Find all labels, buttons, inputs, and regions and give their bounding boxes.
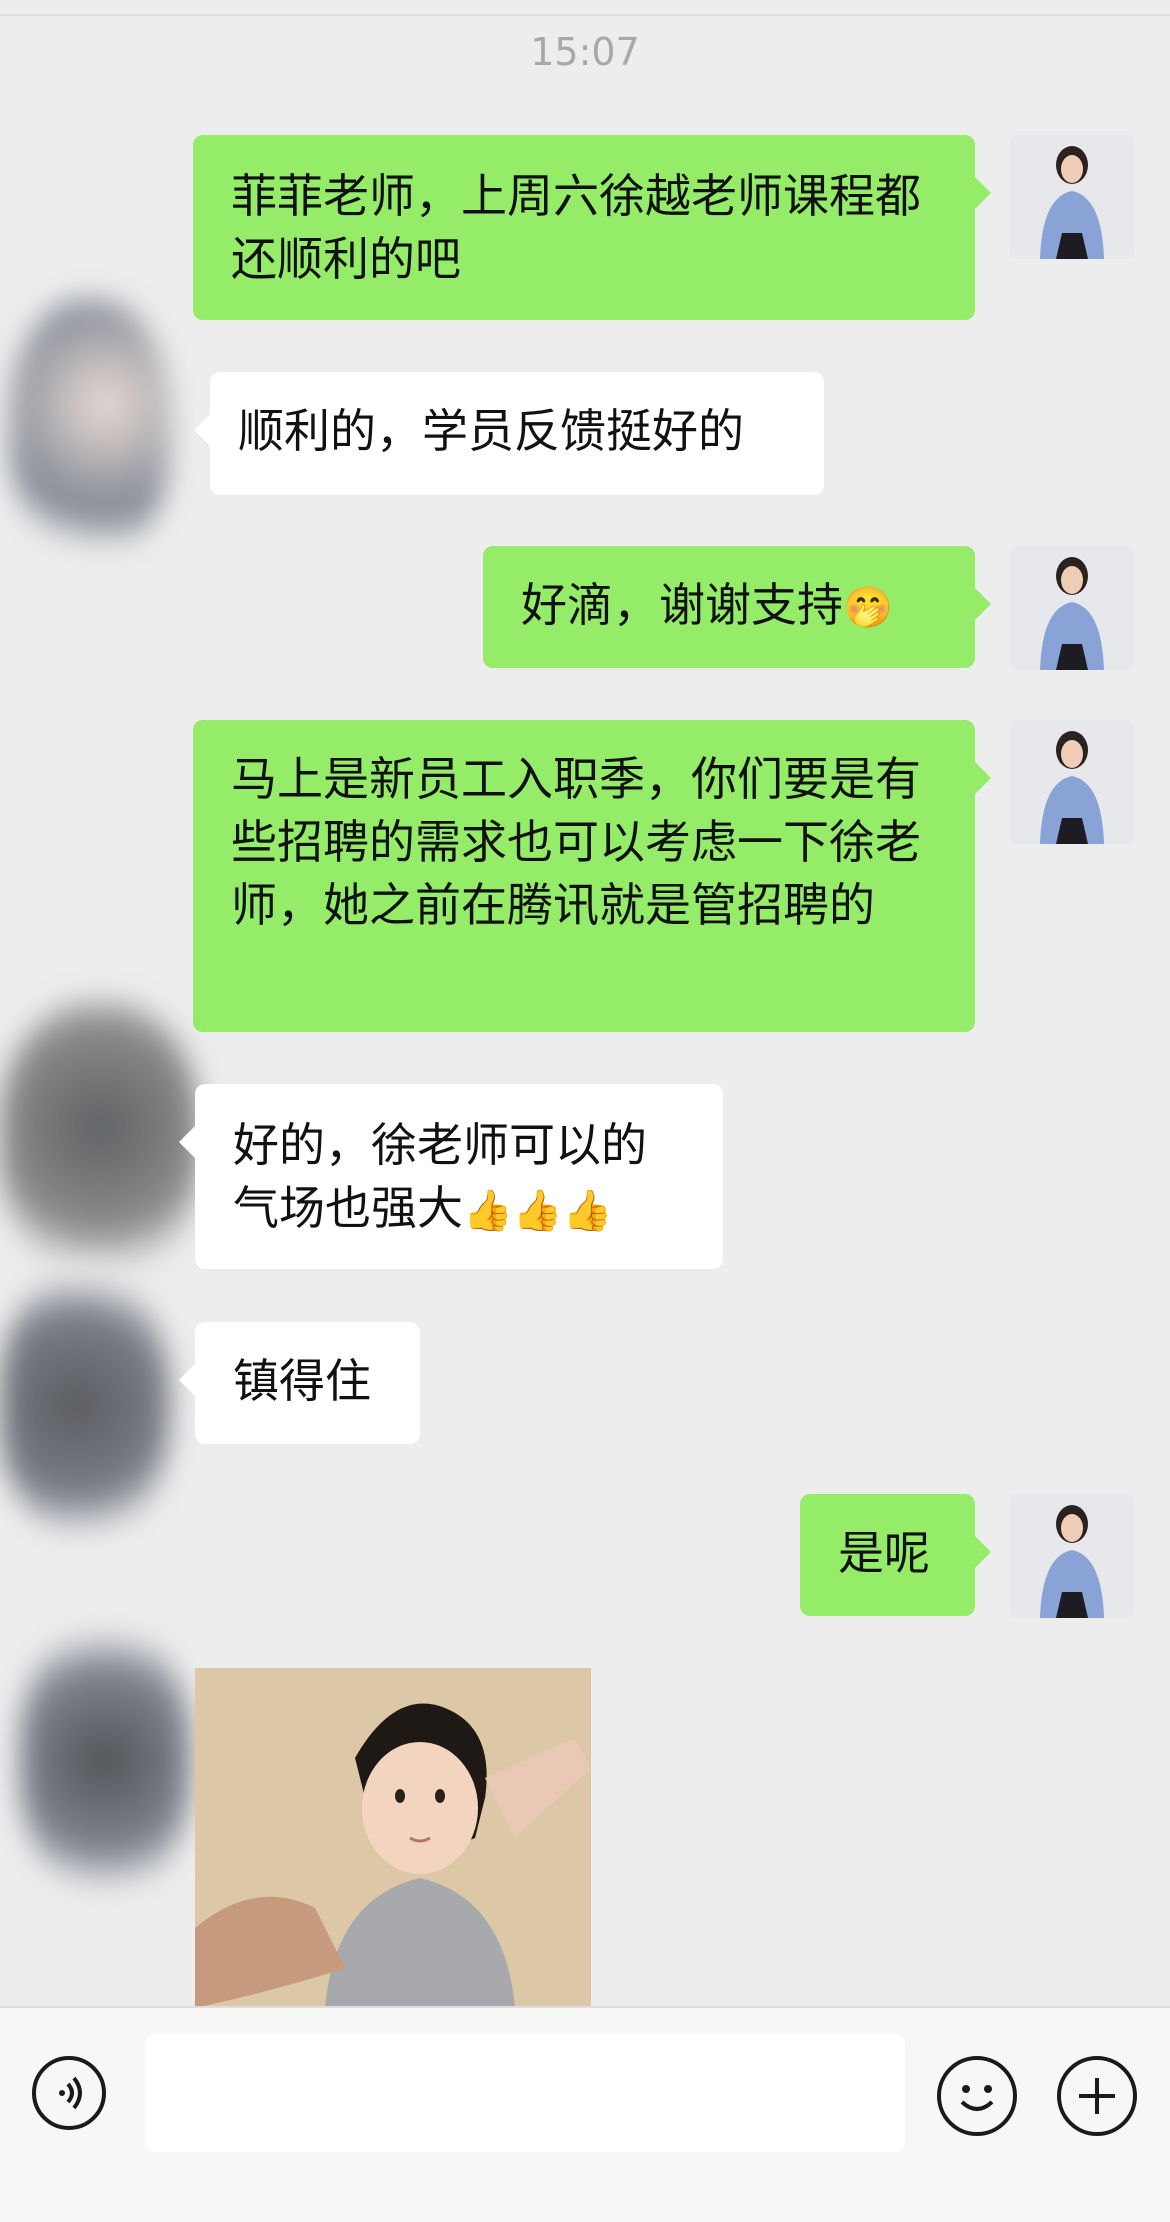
status-bar-divider <box>0 0 1170 16</box>
message-text: 好滴，谢谢支持 <box>521 578 843 632</box>
outgoing-message-bubble[interactable]: 菲菲老师，上周六徐越老师课程都还顺利的吧 <box>193 135 991 320</box>
person-photo-icon <box>1010 1494 1134 1618</box>
incoming-message-bubble[interactable]: 顺利的，学员反馈挺好的 <box>194 372 824 495</box>
add-button[interactable] <box>1057 2056 1137 2136</box>
message-text: 镇得住 <box>233 1354 371 1408</box>
blurred-avatar <box>0 1270 170 1540</box>
my-avatar[interactable] <box>1010 1494 1134 1618</box>
person-photo-icon <box>1010 135 1134 259</box>
outgoing-message-bubble[interactable]: 好滴，谢谢支持🤭 <box>483 546 991 668</box>
message-input[interactable] <box>145 2034 905 2152</box>
voice-button[interactable] <box>32 2056 106 2130</box>
incoming-message-bubble[interactable]: 镇得住 <box>179 1322 420 1444</box>
sticker-image[interactable] <box>195 1668 591 2008</box>
message-text: 菲菲老师，上周六徐越老师课程都还顺利的吧 <box>231 169 921 286</box>
message-text: 是呢 <box>838 1526 930 1580</box>
girl-waving-sticker-icon <box>195 1668 591 2008</box>
thumbs-up-emoji-icon: 👍 <box>512 1188 563 1234</box>
message-timestamp: 15:07 <box>530 30 640 74</box>
blurred-avatar <box>20 1620 190 1900</box>
message-text: 马上是新员工入职季，你们要是有些招聘的需求也可以考虑一下徐老师，她之前在腾讯就是… <box>231 752 921 932</box>
outgoing-message-bubble[interactable]: 马上是新员工入职季，你们要是有些招聘的需求也可以考虑一下徐老师，她之前在腾讯就是… <box>193 720 991 1032</box>
person-photo-icon <box>1010 546 1134 670</box>
emoji-button[interactable] <box>937 2056 1017 2136</box>
chat-input-bar <box>0 2006 1170 2222</box>
my-avatar[interactable] <box>1010 135 1134 259</box>
message-text: 顺利的，学员反馈挺好的 <box>238 404 744 458</box>
smirk-emoji-icon: 🤭 <box>843 585 893 631</box>
outgoing-message-bubble[interactable]: 是呢 <box>800 1494 991 1616</box>
thumbs-up-emoji-icon: 👍 <box>562 1188 613 1234</box>
plus-icon <box>1079 2078 1115 2114</box>
blurred-avatar <box>0 1000 200 1280</box>
person-photo-icon <box>1010 720 1134 844</box>
voice-icon <box>59 2076 82 2110</box>
incoming-message-bubble[interactable]: 好的，徐老师可以的气场也强大👍👍👍 <box>179 1084 723 1269</box>
emoji-icon <box>960 2085 994 2111</box>
thumbs-up-emoji-icon: 👍 <box>463 1188 513 1234</box>
blurred-avatar <box>10 300 170 560</box>
my-avatar[interactable] <box>1010 546 1134 670</box>
my-avatar[interactable] <box>1010 720 1134 844</box>
